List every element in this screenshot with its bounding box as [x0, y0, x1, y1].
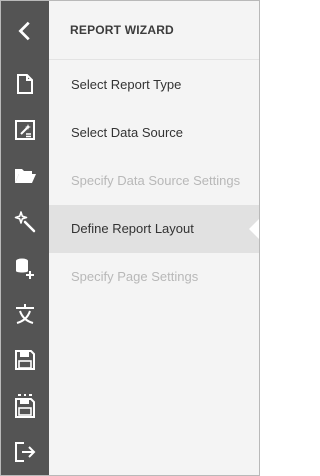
magic-wand-icon — [14, 210, 36, 232]
wizard-steps: Select Report Type Select Data Source Sp… — [49, 60, 259, 301]
design-wizard-button[interactable] — [1, 199, 49, 245]
exit-icon — [15, 442, 36, 463]
add-data-source-icon — [16, 258, 34, 279]
exit-button[interactable] — [1, 429, 49, 475]
open-report-button[interactable] — [1, 153, 49, 199]
wizard-panel: REPORT WIZARD Select Report Type Select … — [49, 1, 259, 475]
new-report-wizard-button[interactable] — [1, 107, 49, 153]
add-data-source-button[interactable] — [1, 245, 49, 291]
new-report-icon — [17, 73, 33, 94]
open-folder-icon — [15, 168, 36, 183]
step-specify-data-source-settings: Specify Data Source Settings — [71, 173, 241, 188]
save-as-button[interactable] — [1, 383, 49, 429]
step-specify-page-settings: Specify Page Settings — [71, 269, 199, 284]
step-define-report-layout[interactable]: Define Report Layout — [49, 205, 259, 253]
new-report-wizard-icon — [15, 119, 35, 140]
panel-title: REPORT WIZARD — [49, 1, 259, 60]
localization-button[interactable] — [1, 291, 49, 337]
back-chevron-icon — [18, 21, 30, 41]
report-designer-window: REPORT WIZARD Select Report Type Select … — [0, 0, 260, 476]
save-button[interactable] — [1, 337, 49, 383]
step-select-data-source[interactable]: Select Data Source — [49, 109, 259, 157]
back-button[interactable] — [1, 1, 49, 60]
side-toolbar — [1, 1, 49, 475]
localization-icon — [16, 303, 34, 324]
new-report-button[interactable] — [1, 60, 49, 106]
save-as-icon — [15, 393, 35, 418]
save-icon — [15, 349, 35, 370]
step-select-report-type[interactable]: Select Report Type — [49, 61, 259, 109]
